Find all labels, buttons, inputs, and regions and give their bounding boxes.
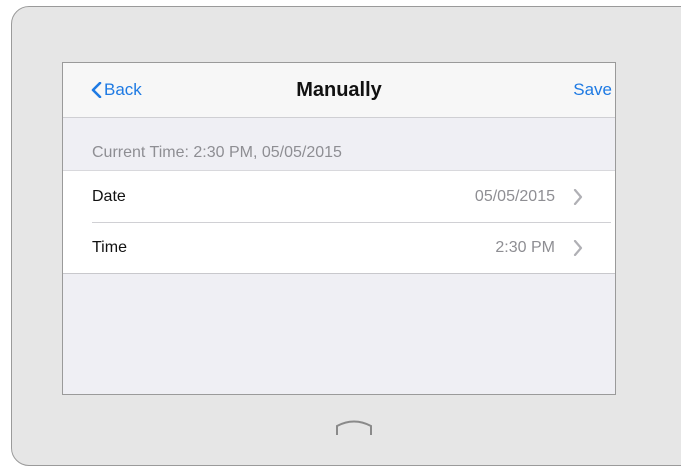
app-screen: Back Manually Save Current Time: 2:30 PM… bbox=[62, 62, 616, 395]
settings-list: Date 05/05/2015 Time 2:30 PM bbox=[63, 170, 615, 274]
save-button[interactable]: Save bbox=[573, 80, 612, 100]
chevron-right-icon bbox=[573, 240, 583, 256]
date-row[interactable]: Date 05/05/2015 bbox=[63, 171, 615, 222]
home-button-icon[interactable] bbox=[335, 418, 373, 436]
chevron-right-icon bbox=[573, 189, 583, 205]
time-label: Time bbox=[92, 239, 127, 256]
date-label: Date bbox=[92, 188, 126, 205]
page-title: Manually bbox=[296, 79, 382, 101]
date-value: 05/05/2015 bbox=[474, 188, 555, 205]
navigation-bar: Back Manually Save bbox=[63, 63, 615, 118]
current-time-header: Current Time: 2:30 PM, 05/05/2015 bbox=[63, 118, 615, 170]
time-row[interactable]: Time 2:30 PM bbox=[63, 222, 615, 273]
current-time-text: Current Time: 2:30 PM, 05/05/2015 bbox=[92, 144, 342, 161]
time-value: 2:30 PM bbox=[495, 239, 555, 256]
